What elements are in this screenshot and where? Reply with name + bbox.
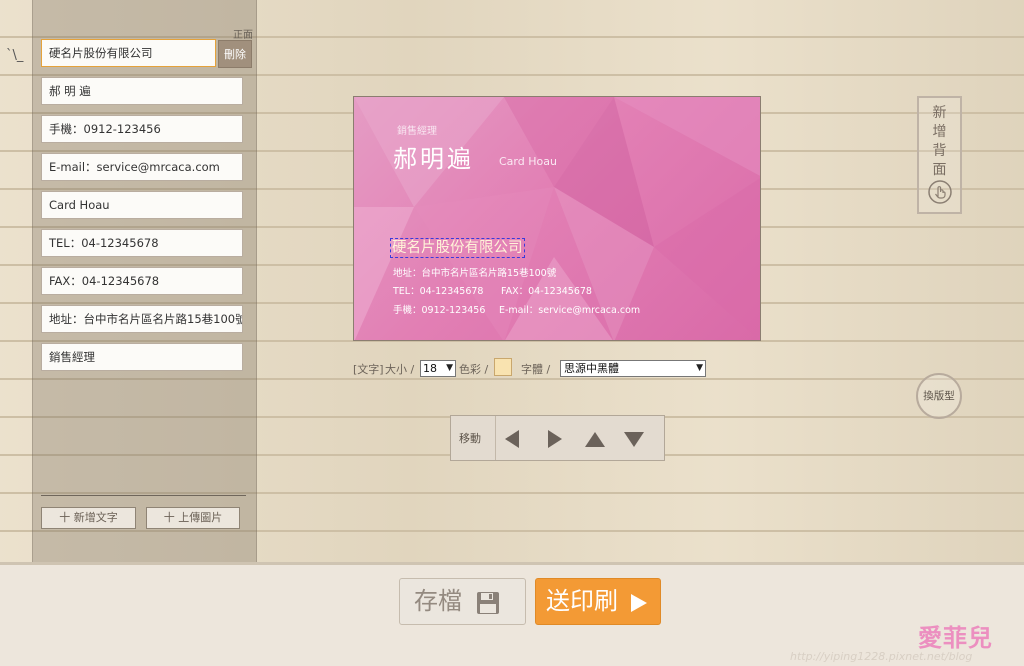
arrow-left-icon[interactable]: [503, 429, 521, 449]
save-button[interactable]: 存檔: [399, 578, 526, 625]
chevron-down-icon: ▼: [446, 363, 453, 373]
card-company-selected[interactable]: 硬名片股份有限公司: [390, 238, 525, 258]
english-name-field[interactable]: Card Hoau: [41, 191, 243, 219]
upload-image-button[interactable]: 十 上傳圖片: [146, 507, 240, 529]
move-divider: [495, 416, 496, 460]
add-back-side-button[interactable]: 新增背面: [917, 96, 962, 214]
card-english-name[interactable]: Card Hoau: [499, 155, 557, 168]
move-control: 移動: [450, 415, 665, 461]
card-tel[interactable]: TEL：04-12345678: [393, 283, 483, 297]
text-tag-label: [文字]: [353, 363, 384, 376]
hand-pointer-icon: [928, 180, 952, 204]
delete-button[interactable]: 刪除: [218, 40, 252, 68]
font-family-select[interactable]: 思源中黑體 ▼: [560, 360, 706, 377]
card-email[interactable]: E-mail：service@mrcaca.com: [499, 302, 640, 316]
email-field[interactable]: E-mail：service@mrcaca.com: [41, 153, 243, 181]
corner-marker-icon: `\_: [6, 48, 24, 63]
font-size-select[interactable]: 18 ▼: [420, 360, 456, 377]
font-size-value: 18: [423, 362, 437, 375]
arrow-up-icon[interactable]: [584, 431, 606, 448]
send-to-print-button[interactable]: 送印刷: [535, 578, 661, 625]
font-family-value: 思源中黑體: [564, 362, 619, 375]
add-back-side-label: 新增背面: [932, 105, 947, 178]
add-text-button[interactable]: 十 新增文字: [41, 507, 136, 529]
watermark-url: http://yiping1228.pixnet.net/blog: [790, 650, 973, 663]
panel-divider: [41, 495, 246, 496]
mobile-field[interactable]: 手機：0912-123456: [41, 115, 243, 143]
switch-layout-button[interactable]: 換版型: [916, 373, 962, 419]
save-label: 存檔: [414, 587, 462, 615]
name-field[interactable]: 郝 明 遍: [41, 77, 243, 105]
card-job-title[interactable]: 銷售經理: [397, 122, 437, 137]
text-fields-panel: 正面 1/1 硬名片股份有限公司 刪除 郝 明 遍 手機：0912-123456…: [32, 0, 257, 565]
move-label: 移動: [459, 432, 481, 445]
card-name[interactable]: 郝明遍: [393, 139, 474, 174]
job-title-field[interactable]: 銷售經理: [41, 343, 243, 371]
size-label: 大小 /: [385, 363, 415, 376]
color-label: 色彩 /: [459, 363, 489, 376]
font-label: 字體 /: [521, 363, 551, 376]
card-mobile[interactable]: 手機：0912-123456: [393, 302, 485, 316]
arrow-down-icon[interactable]: [623, 431, 645, 448]
floppy-disk-icon: [477, 592, 499, 614]
card-address[interactable]: 地址：台中市名片區名片路15巷100號: [393, 265, 556, 279]
fax-field[interactable]: FAX：04-12345678: [41, 267, 243, 295]
play-arrow-icon: [631, 594, 647, 612]
business-card-preview[interactable]: 銷售經理 郝明遍 Card Hoau 硬名片股份有限公司 地址：台中市名片區名片…: [353, 96, 761, 341]
address-field[interactable]: 地址：台中市名片區名片路15巷100號: [41, 305, 243, 333]
chevron-down-icon: ▼: [696, 363, 703, 373]
company-field[interactable]: 硬名片股份有限公司: [41, 39, 216, 67]
print-label: 送印刷: [546, 587, 618, 615]
arrow-right-icon[interactable]: [546, 429, 564, 449]
card-fax[interactable]: FAX：04-12345678: [501, 283, 592, 297]
watermark-logo: 愛菲兒: [918, 624, 993, 652]
tel-field[interactable]: TEL：04-12345678: [41, 229, 243, 257]
design-workspace: `\_ 正面 1/1 硬名片股份有限公司 刪除 郝 明 遍 手機：0912-12…: [0, 0, 1024, 565]
text-color-swatch[interactable]: [494, 358, 512, 376]
